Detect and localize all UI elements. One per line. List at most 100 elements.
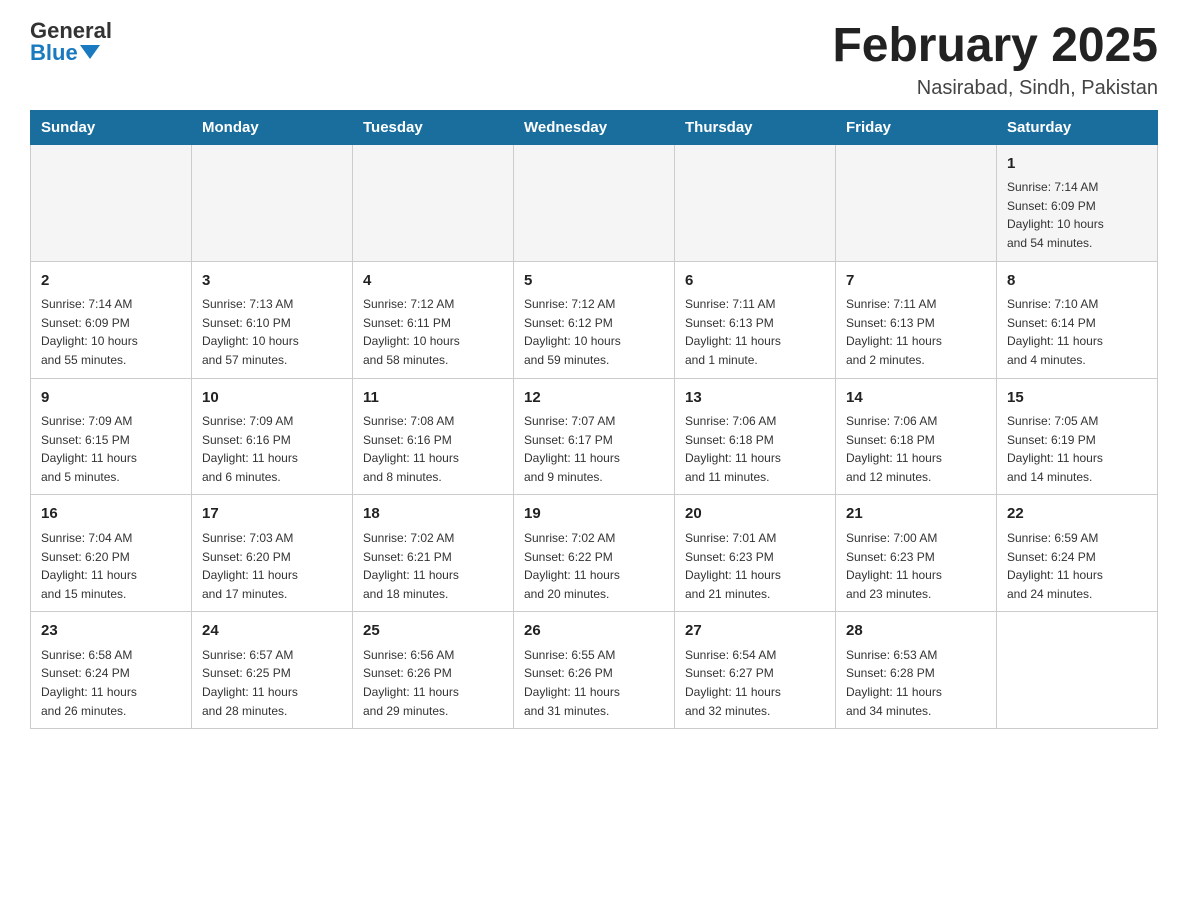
- day-number: 3: [202, 270, 342, 293]
- day-info: Sunrise: 7:04 AMSunset: 6:20 PMDaylight:…: [41, 529, 181, 603]
- table-row: 25 Sunrise: 6:56 AMSunset: 6:26 PMDayligh…: [353, 612, 514, 729]
- day-info: Sunrise: 6:55 AMSunset: 6:26 PMDaylight:…: [524, 646, 664, 720]
- day-info: Sunrise: 7:11 AMSunset: 6:13 PMDaylight:…: [685, 295, 825, 369]
- header-wednesday: Wednesday: [514, 110, 675, 144]
- table-row: 26Sunrise: 6:55 AMSunset: 6:26 PMDayligh…: [514, 612, 675, 729]
- table-row: 27 Sunrise: 6:54 AMSunset: 6:27 PMDayligh…: [675, 612, 836, 729]
- header-sunday: Sunday: [31, 110, 192, 144]
- day-number: 17: [202, 503, 342, 526]
- table-row: 24Sunrise: 6:57 AMSunset: 6:25 PMDayligh…: [192, 612, 353, 729]
- table-row: 13Sunrise: 7:06 AMSunset: 6:18 PMDayligh…: [675, 378, 836, 495]
- day-info: Sunrise: 7:09 AMSunset: 6:16 PMDaylight:…: [202, 412, 342, 486]
- table-row: 20Sunrise: 7:01 AMSunset: 6:23 PMDayligh…: [675, 495, 836, 612]
- table-row: 16Sunrise: 7:04 AMSunset: 6:20 PMDayligh…: [31, 495, 192, 612]
- table-row: 21 Sunrise: 7:00 AMSunset: 6:23 PMDayligh…: [836, 495, 997, 612]
- calendar-week-row: 16Sunrise: 7:04 AMSunset: 6:20 PMDayligh…: [31, 495, 1158, 612]
- day-info: Sunrise: 7:12 AMSunset: 6:11 PMDaylight:…: [363, 295, 503, 369]
- table-row: 22 Sunrise: 6:59 AMSunset: 6:24 PMDayligh…: [997, 495, 1158, 612]
- table-row: [192, 144, 353, 261]
- day-number: 7: [846, 270, 986, 293]
- day-number: 23: [41, 620, 181, 643]
- day-info: Sunrise: 7:06 AMSunset: 6:18 PMDaylight:…: [685, 412, 825, 486]
- table-row: [353, 144, 514, 261]
- logo-blue-text: Blue: [30, 42, 100, 64]
- table-row: 7Sunrise: 7:11 AMSunset: 6:13 PMDaylight…: [836, 261, 997, 378]
- table-row: 11Sunrise: 7:08 AMSunset: 6:16 PMDayligh…: [353, 378, 514, 495]
- table-row: [997, 612, 1158, 729]
- day-number: 9: [41, 387, 181, 410]
- table-row: 6Sunrise: 7:11 AMSunset: 6:13 PMDaylight…: [675, 261, 836, 378]
- day-number: 5: [524, 270, 664, 293]
- day-info: Sunrise: 6:56 AMSunset: 6:26 PMDaylight:…: [363, 646, 503, 720]
- header-monday: Monday: [192, 110, 353, 144]
- table-row: 28 Sunrise: 6:53 AMSunset: 6:28 PMDayligh…: [836, 612, 997, 729]
- day-number: 4: [363, 270, 503, 293]
- table-row: 2Sunrise: 7:14 AMSunset: 6:09 PMDaylight…: [31, 261, 192, 378]
- table-row: 23 Sunrise: 6:58 AMSunset: 6:24 PMDayligh…: [31, 612, 192, 729]
- day-info: Sunrise: 6:53 AMSunset: 6:28 PMDaylight:…: [846, 646, 986, 720]
- day-number: 11: [363, 387, 503, 410]
- day-info: Sunrise: 7:08 AMSunset: 6:16 PMDaylight:…: [363, 412, 503, 486]
- table-row: 17 Sunrise: 7:03 AMSunset: 6:20 PMDayligh…: [192, 495, 353, 612]
- table-row: [31, 144, 192, 261]
- page-header: General Blue February 2025 Nasirabad, Si…: [30, 20, 1158, 100]
- day-info: Sunrise: 7:09 AMSunset: 6:15 PMDaylight:…: [41, 412, 181, 486]
- day-info: Sunrise: 7:01 AMSunset: 6:23 PMDaylight:…: [685, 529, 825, 603]
- day-info: Sunrise: 7:14 AMSunset: 6:09 PMDaylight:…: [1007, 178, 1147, 252]
- day-info: Sunrise: 7:14 AMSunset: 6:09 PMDaylight:…: [41, 295, 181, 369]
- calendar-week-row: 2Sunrise: 7:14 AMSunset: 6:09 PMDaylight…: [31, 261, 1158, 378]
- day-number: 19: [524, 503, 664, 526]
- header-tuesday: Tuesday: [353, 110, 514, 144]
- day-number: 27: [685, 620, 825, 643]
- day-number: 6: [685, 270, 825, 293]
- table-row: 15Sunrise: 7:05 AMSunset: 6:19 PMDayligh…: [997, 378, 1158, 495]
- table-row: 14Sunrise: 7:06 AMSunset: 6:18 PMDayligh…: [836, 378, 997, 495]
- table-row: [836, 144, 997, 261]
- day-info: Sunrise: 7:02 AMSunset: 6:22 PMDaylight:…: [524, 529, 664, 603]
- header-saturday: Saturday: [997, 110, 1158, 144]
- table-row: 4Sunrise: 7:12 AMSunset: 6:11 PMDaylight…: [353, 261, 514, 378]
- weekday-header-row: Sunday Monday Tuesday Wednesday Thursday…: [31, 110, 1158, 144]
- day-number: 10: [202, 387, 342, 410]
- calendar-week-row: 1Sunrise: 7:14 AMSunset: 6:09 PMDaylight…: [31, 144, 1158, 261]
- title-block: February 2025 Nasirabad, Sindh, Pakistan: [832, 20, 1158, 100]
- day-info: Sunrise: 7:06 AMSunset: 6:18 PMDaylight:…: [846, 412, 986, 486]
- day-number: 12: [524, 387, 664, 410]
- day-number: 2: [41, 270, 181, 293]
- day-number: 21: [846, 503, 986, 526]
- calendar-week-row: 9Sunrise: 7:09 AMSunset: 6:15 PMDaylight…: [31, 378, 1158, 495]
- table-row: [514, 144, 675, 261]
- day-number: 13: [685, 387, 825, 410]
- day-info: Sunrise: 6:54 AMSunset: 6:27 PMDaylight:…: [685, 646, 825, 720]
- day-info: Sunrise: 7:07 AMSunset: 6:17 PMDaylight:…: [524, 412, 664, 486]
- day-number: 8: [1007, 270, 1147, 293]
- day-number: 1: [1007, 153, 1147, 176]
- day-info: Sunrise: 7:02 AMSunset: 6:21 PMDaylight:…: [363, 529, 503, 603]
- day-info: Sunrise: 6:59 AMSunset: 6:24 PMDaylight:…: [1007, 529, 1147, 603]
- table-row: 5Sunrise: 7:12 AMSunset: 6:12 PMDaylight…: [514, 261, 675, 378]
- logo-general-text: General: [30, 20, 112, 42]
- logo: General Blue: [30, 20, 112, 64]
- table-row: 18 Sunrise: 7:02 AMSunset: 6:21 PMDayligh…: [353, 495, 514, 612]
- table-row: 8Sunrise: 7:10 AMSunset: 6:14 PMDaylight…: [997, 261, 1158, 378]
- header-thursday: Thursday: [675, 110, 836, 144]
- table-row: 12Sunrise: 7:07 AMSunset: 6:17 PMDayligh…: [514, 378, 675, 495]
- table-row: [675, 144, 836, 261]
- day-number: 14: [846, 387, 986, 410]
- day-number: 25: [363, 620, 503, 643]
- day-number: 22: [1007, 503, 1147, 526]
- day-info: Sunrise: 6:57 AMSunset: 6:25 PMDaylight:…: [202, 646, 342, 720]
- table-row: 1Sunrise: 7:14 AMSunset: 6:09 PMDaylight…: [997, 144, 1158, 261]
- day-info: Sunrise: 7:00 AMSunset: 6:23 PMDaylight:…: [846, 529, 986, 603]
- day-number: 28: [846, 620, 986, 643]
- day-info: Sunrise: 7:12 AMSunset: 6:12 PMDaylight:…: [524, 295, 664, 369]
- calendar-table: Sunday Monday Tuesday Wednesday Thursday…: [30, 110, 1158, 729]
- header-friday: Friday: [836, 110, 997, 144]
- table-row: 9Sunrise: 7:09 AMSunset: 6:15 PMDaylight…: [31, 378, 192, 495]
- day-number: 15: [1007, 387, 1147, 410]
- day-number: 18: [363, 503, 503, 526]
- day-info: Sunrise: 7:11 AMSunset: 6:13 PMDaylight:…: [846, 295, 986, 369]
- table-row: 3Sunrise: 7:13 AMSunset: 6:10 PMDaylight…: [192, 261, 353, 378]
- day-info: Sunrise: 6:58 AMSunset: 6:24 PMDaylight:…: [41, 646, 181, 720]
- day-info: Sunrise: 7:03 AMSunset: 6:20 PMDaylight:…: [202, 529, 342, 603]
